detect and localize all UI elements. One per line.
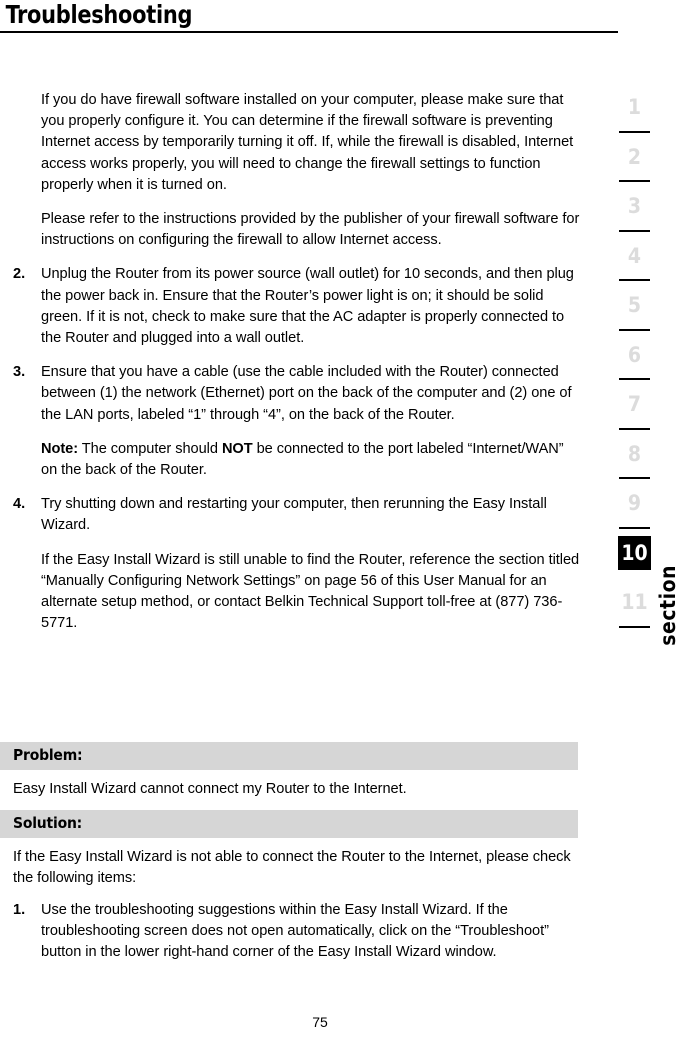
list-item-text-group: Try shutting down and restarting your co… — [41, 494, 581, 634]
list-item-number: 4. — [13, 496, 26, 513]
section-rail-number: 8 — [627, 441, 642, 466]
list-item: 3. Ensure that you have a cable (use the… — [0, 362, 600, 481]
section-rail: 1 2 3 4 5 6 7 8 9 10 11 section — [600, 90, 690, 710]
section-rail-item-8[interactable]: 8 — [618, 437, 651, 487]
section-rail-item-2[interactable]: 2 — [618, 140, 651, 190]
list-item-subtext: If the Easy Install Wizard is still unab… — [41, 551, 580, 632]
problem-header: Problem: — [0, 742, 578, 770]
section-number-list: 1 2 3 4 5 6 7 8 9 10 11 — [618, 90, 651, 635]
section-rail-item-11[interactable]: 11 — [618, 585, 651, 635]
problem-solution-section: Problem: Easy Install Wizard cannot conn… — [0, 742, 600, 963]
list-item-text: Try shutting down and restarting your co… — [41, 496, 547, 534]
section-rail-divider — [619, 625, 650, 628]
problem-text: Easy Install Wizard cannot connect my Ro… — [13, 781, 407, 797]
list-item-text: Ensure that you have a cable (use the ca… — [41, 364, 572, 423]
section-rail-item-9[interactable]: 9 — [618, 486, 651, 536]
section-rail-number: 1 — [627, 95, 642, 119]
note-block: Note: The computer should NOT be connect… — [41, 439, 581, 481]
section-rail-divider — [619, 180, 650, 182]
section-rail-number: 4 — [627, 243, 642, 268]
section-rail-divider — [619, 229, 650, 232]
section-rail-divider — [619, 328, 650, 331]
list-item-number: 3. — [13, 364, 26, 381]
section-rail-item-6[interactable]: 6 — [618, 338, 651, 388]
section-rail-item-3[interactable]: 3 — [618, 189, 651, 239]
section-rail-item-1[interactable]: 1 — [618, 90, 651, 140]
solution-header: Solution: — [0, 810, 578, 839]
page-number: 75 — [312, 1014, 328, 1030]
header-divider — [0, 31, 618, 33]
section-rail-divider — [619, 130, 650, 133]
note-label: Note: — [41, 440, 79, 457]
section-rail-divider — [619, 378, 650, 380]
list-item: 4. Try shutting down and restarting your… — [0, 494, 600, 634]
solution-intro-text: If the Easy Install Wizard is not able t… — [13, 849, 571, 887]
section-rail-number: 3 — [627, 194, 642, 218]
intro-paragraph-firewall: If you do have firewall software install… — [41, 92, 574, 193]
section-rail-divider — [619, 477, 650, 479]
list-item: 1. Use the troubleshooting suggestions w… — [0, 900, 600, 964]
section-rail-item-5[interactable]: 5 — [618, 288, 651, 338]
section-rail-label: section — [656, 565, 680, 646]
list-item-text-group: Ensure that you have a cable (use the ca… — [41, 362, 581, 481]
section-rail-divider — [619, 427, 650, 430]
section-rail-item-10[interactable]: 10 — [618, 535, 651, 586]
list-item: 2. Unplug the Router from its power sour… — [0, 264, 600, 349]
section-rail-item-7[interactable]: 7 — [618, 387, 651, 437]
section-rail-number: 6 — [627, 342, 642, 367]
list-item-text: Unplug the Router from its power source … — [41, 266, 574, 347]
list-item-number: 1. — [13, 901, 26, 918]
section-rail-number: 11 — [621, 590, 648, 614]
list-item-number: 2. — [13, 266, 26, 283]
list-item-text: Use the troubleshooting suggestions with… — [41, 901, 549, 961]
intro-paragraph-publisher: Please refer to the instructions provide… — [41, 211, 580, 249]
page-header: Troubleshooting — [0, 0, 618, 33]
page-footer: 75 — [0, 1013, 640, 1031]
note-emphasis: NOT — [221, 440, 253, 457]
section-rail-number: 2 — [627, 144, 642, 169]
section-rail-divider — [619, 279, 650, 281]
page-title: Troubleshooting — [5, 0, 193, 29]
section-rail-number-active: 10 — [618, 535, 651, 570]
section-rail-number: 7 — [627, 392, 642, 416]
section-rail-number: 9 — [627, 491, 642, 515]
section-rail-item-4[interactable]: 4 — [618, 239, 651, 289]
main-content: If you do have firewall software install… — [0, 90, 600, 647]
section-rail-number: 5 — [627, 293, 642, 317]
section-rail-divider — [619, 526, 650, 529]
note-text-before: The computer should — [78, 440, 222, 457]
